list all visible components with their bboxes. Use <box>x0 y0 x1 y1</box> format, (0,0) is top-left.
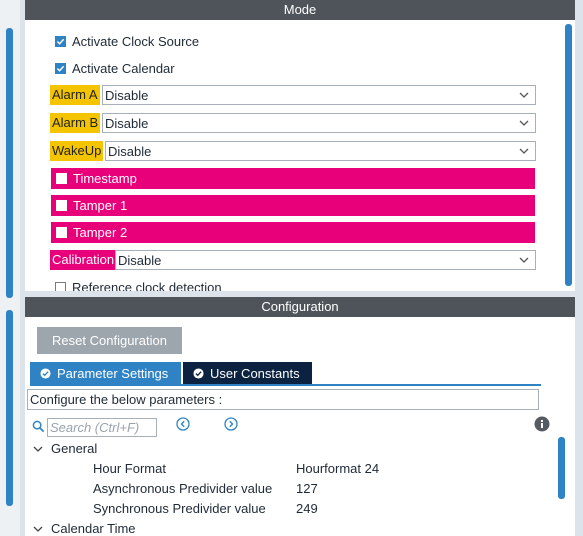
tamper2-row[interactable]: Tamper 2 <box>51 222 535 243</box>
alarm-a-value: Disable <box>105 87 149 103</box>
left-panel-strip <box>0 0 20 536</box>
chevron-down-icon <box>519 92 529 98</box>
alarm-a-select[interactable]: Disable <box>102 85 536 105</box>
param-async-predivider-name: Asynchronous Predivider value <box>93 481 273 496</box>
chevron-down-icon[interactable] <box>33 524 43 534</box>
activate-calendar-checkbox[interactable] <box>55 63 66 74</box>
previous-result-icon[interactable] <box>176 417 190 431</box>
mode-scrollbar[interactable] <box>565 24 572 286</box>
alarm-b-value: Disable <box>105 115 149 131</box>
param-hour-format-value[interactable]: Hourformat 24 <box>296 461 379 476</box>
tamper2-checkbox[interactable] <box>56 227 67 238</box>
timestamp-row[interactable]: Timestamp <box>51 168 535 189</box>
tamper2-label: Tamper 2 <box>73 225 128 240</box>
configuration-panel: Configuration Reset Configuration Parame… <box>25 297 575 536</box>
wakeup-value: Disable <box>108 143 152 159</box>
alarm-b-label: Alarm B <box>50 113 101 133</box>
mode-header: Mode <box>25 0 575 20</box>
left-scrollbar-top[interactable] <box>6 28 13 298</box>
reset-configuration-button[interactable]: Reset Configuration <box>37 327 182 354</box>
configuration-header: Configuration <box>25 297 575 317</box>
configure-info-text: Configure the below parameters : <box>27 389 539 410</box>
activate-clock-source-label: Activate Clock Source <box>72 34 200 49</box>
search-icon <box>32 420 45 433</box>
mode-panel: Mode Activate Clock Source Activate Cale… <box>25 0 575 295</box>
wakeup-row: WakeUp <box>50 141 104 161</box>
calibration-label: Calibration <box>50 250 117 270</box>
chevron-down-icon <box>519 257 529 263</box>
config-scrollbar[interactable] <box>558 437 565 499</box>
alarm-a-label: Alarm A <box>50 85 100 105</box>
left-scrollbar-bottom[interactable] <box>6 310 13 506</box>
group-calendar-time[interactable]: Calendar Time <box>51 521 136 536</box>
timestamp-checkbox[interactable] <box>56 173 67 184</box>
alarm-a-row: Alarm A <box>50 85 100 105</box>
checkmark-icon <box>56 65 65 72</box>
checkmark-icon <box>56 38 65 45</box>
check-circle-icon <box>193 367 204 379</box>
chevron-down-icon <box>519 120 529 126</box>
wakeup-label: WakeUp <box>50 141 104 161</box>
chevron-down-icon <box>519 148 529 154</box>
check-circle-icon <box>40 367 51 379</box>
timestamp-label: Timestamp <box>73 171 137 186</box>
tab-parameter-settings-label: Parameter Settings <box>57 365 169 381</box>
tamper1-row[interactable]: Tamper 1 <box>51 195 535 216</box>
param-sync-predivider-value[interactable]: 249 <box>296 501 318 516</box>
next-result-icon[interactable] <box>224 417 238 431</box>
param-async-predivider-value[interactable]: 127 <box>296 481 318 496</box>
activate-clock-source-row[interactable]: Activate Clock Source <box>55 34 199 49</box>
alarm-b-row: Alarm B <box>50 113 101 133</box>
wakeup-select[interactable]: Disable <box>105 141 536 161</box>
info-icon[interactable] <box>534 416 550 432</box>
tamper1-label: Tamper 1 <box>73 198 128 213</box>
param-sync-predivider-name: Synchronous Predivider value <box>93 501 266 516</box>
tab-user-constants-label: User Constants <box>210 365 300 381</box>
activate-clock-source-checkbox[interactable] <box>55 36 66 47</box>
param-hour-format-name: Hour Format <box>93 461 166 476</box>
tab-underline <box>30 384 541 386</box>
tab-parameter-settings[interactable]: Parameter Settings <box>30 362 181 384</box>
activate-calendar-row[interactable]: Activate Calendar <box>55 61 175 76</box>
group-general[interactable]: General <box>51 441 97 456</box>
chevron-down-icon[interactable] <box>33 444 43 454</box>
tab-user-constants[interactable]: User Constants <box>183 362 312 384</box>
calibration-row: Calibration <box>50 250 117 270</box>
tamper1-checkbox[interactable] <box>56 200 67 211</box>
search-input[interactable]: Search (Ctrl+F) <box>47 418 157 437</box>
calibration-value: Disable <box>118 252 162 268</box>
calibration-select[interactable]: Disable <box>115 250 536 270</box>
activate-calendar-label: Activate Calendar <box>72 61 175 76</box>
alarm-b-select[interactable]: Disable <box>102 113 536 133</box>
